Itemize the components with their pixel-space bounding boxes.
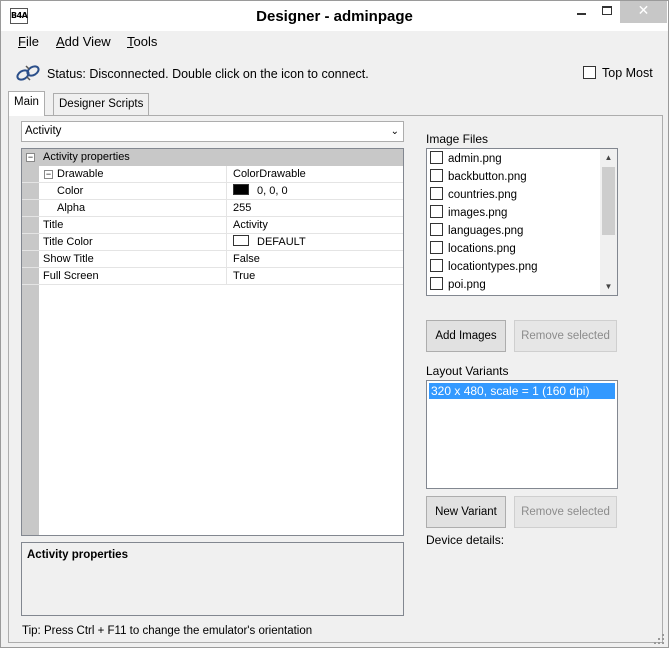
list-item[interactable]: images.png (430, 204, 507, 222)
scrollbar-thumb[interactable] (602, 167, 615, 235)
object-selector-value: Activity (25, 125, 62, 137)
close-button[interactable]: ✕ (620, 1, 667, 23)
property-name: Title (43, 219, 64, 231)
device-details-label: Device details: (426, 533, 505, 547)
collapse-icon[interactable]: − (44, 170, 53, 179)
vertical-scrollbar[interactable]: ▲ ▼ (600, 149, 617, 295)
color-swatch-icon (233, 235, 249, 246)
property-name: Drawable (57, 168, 104, 180)
object-selector-dropdown[interactable]: Activity ⌄ (21, 121, 404, 142)
checkbox-icon[interactable] (430, 277, 443, 290)
list-item[interactable]: languages.png (430, 222, 523, 240)
menu-file[interactable]: File (18, 34, 39, 49)
status-text: Status: Disconnected. Double click on th… (47, 67, 369, 81)
menu-tools[interactable]: Tools (127, 34, 157, 49)
checkbox-icon[interactable] (430, 169, 443, 182)
checkbox-icon[interactable] (430, 259, 443, 272)
property-row-title[interactable]: Title Activity (22, 217, 403, 234)
checkbox-icon (583, 66, 596, 79)
minimize-button[interactable] (569, 1, 593, 23)
disconnected-link-icon[interactable] (15, 63, 41, 83)
top-most-label: Top Most (602, 66, 653, 80)
menu-add-view[interactable]: Add View (56, 34, 111, 49)
image-files-label: Image Files (426, 132, 489, 146)
list-item-selected[interactable]: 320 x 480, scale = 1 (160 dpi) (429, 383, 615, 399)
checkbox-icon[interactable] (430, 241, 443, 254)
maximize-button[interactable] (595, 1, 619, 23)
property-row-full-screen[interactable]: Full Screen True (22, 268, 403, 285)
property-description-panel: Activity properties (21, 542, 404, 616)
maximize-icon (602, 6, 612, 15)
title-bar[interactable]: B4A Designer - adminpage ✕ (1, 1, 668, 31)
property-row-title-color[interactable]: Title Color DEFAULT (22, 234, 403, 251)
top-most-checkbox[interactable]: Top Most (583, 66, 653, 80)
color-swatch-icon (233, 184, 249, 195)
property-grid[interactable]: − Activity properties − Drawable ColorDr… (21, 148, 404, 536)
designer-window: B4A Designer - adminpage ✕ File Add View… (0, 0, 669, 648)
property-name: Alpha (57, 202, 86, 214)
property-name: Color (57, 185, 84, 197)
remove-selected-variant-button[interactable]: Remove selected (514, 496, 617, 528)
menu-bar: File Add View Tools (1, 31, 668, 53)
property-value[interactable]: False (226, 251, 403, 268)
property-value-title-color[interactable]: DEFAULT (226, 234, 403, 251)
property-value[interactable]: ColorDrawable (226, 166, 403, 183)
checkbox-icon[interactable] (430, 223, 443, 236)
collapse-icon[interactable]: − (26, 153, 35, 162)
checkbox-icon[interactable] (430, 205, 443, 218)
property-name: Title Color (43, 236, 93, 248)
property-value[interactable]: 255 (226, 200, 403, 217)
chevron-down-icon: ⌄ (390, 126, 399, 137)
checkbox-icon[interactable] (430, 187, 443, 200)
property-row-show-title[interactable]: Show Title False (22, 251, 403, 268)
resize-grip-icon[interactable] (654, 633, 664, 644)
property-row-drawable[interactable]: − Drawable ColorDrawable (22, 166, 403, 183)
property-category-label: Activity properties (43, 151, 130, 163)
tab-main[interactable]: Main (8, 91, 45, 116)
list-item[interactable]: admin.png (430, 150, 502, 168)
list-item[interactable]: locationtypes.png (430, 258, 538, 276)
property-description-title: Activity properties (27, 549, 128, 561)
image-files-list[interactable]: admin.png backbutton.png countries.png i… (426, 148, 618, 296)
list-item[interactable]: locations.png (430, 240, 516, 258)
chevron-up-icon[interactable]: ▲ (600, 149, 617, 166)
minimize-icon (577, 13, 586, 15)
tip-text: Tip: Press Ctrl + F11 to change the emul… (22, 625, 313, 637)
window-title: Designer - adminpage (256, 8, 413, 25)
property-row-color[interactable]: Color 0, 0, 0 (22, 183, 403, 200)
list-item[interactable]: backbutton.png (430, 168, 527, 186)
property-value[interactable]: Activity (226, 217, 403, 234)
property-row-alpha[interactable]: Alpha 255 (22, 200, 403, 217)
new-variant-button[interactable]: New Variant (426, 496, 506, 528)
property-name: Full Screen (43, 270, 99, 282)
property-value-color[interactable]: 0, 0, 0 (226, 183, 403, 200)
layout-variants-list[interactable]: 320 x 480, scale = 1 (160 dpi) (426, 380, 618, 489)
property-value[interactable]: True (226, 268, 403, 285)
checkbox-icon[interactable] (430, 151, 443, 164)
property-name: Show Title (43, 253, 94, 265)
chevron-down-icon[interactable]: ▼ (600, 278, 617, 295)
add-images-button[interactable]: Add Images (426, 320, 506, 352)
remove-selected-images-button[interactable]: Remove selected (514, 320, 617, 352)
property-category-row[interactable]: − Activity properties (22, 149, 403, 166)
layout-variants-label: Layout Variants (426, 364, 509, 378)
list-item[interactable]: poi.png (430, 276, 486, 294)
tab-designer-scripts[interactable]: Designer Scripts (53, 93, 150, 115)
list-item[interactable]: countries.png (430, 186, 517, 204)
